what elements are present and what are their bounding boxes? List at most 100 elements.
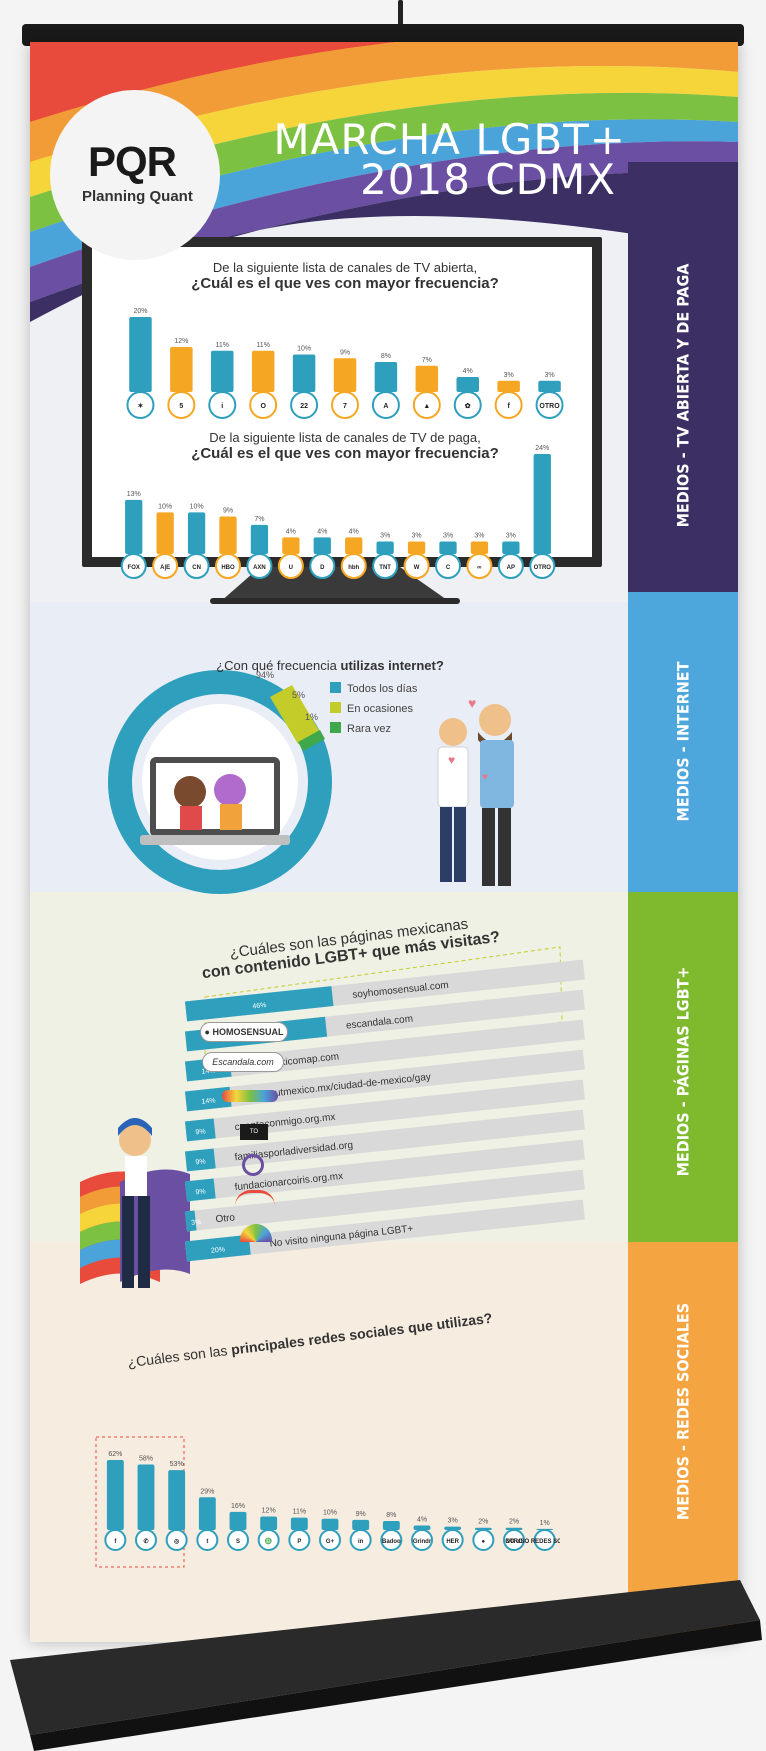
hanger-pole (398, 0, 403, 26)
channel-badge-label: ◎ (174, 1539, 180, 1545)
value-label: 62% (108, 1451, 122, 1458)
channel-badge-label: FOX (128, 565, 140, 571)
value-label: 16% (231, 1503, 245, 1510)
logo-gaymexicomap (222, 1090, 278, 1102)
bar-otro (538, 380, 561, 392)
internet-question-bold: utilizas internet? (340, 658, 444, 673)
value-label: 12% (262, 1507, 276, 1514)
value-label: 10% (323, 1510, 337, 1517)
value-label: 58% (139, 1456, 153, 1463)
bar-fox (125, 499, 143, 554)
chart-social: 62%f58%✆53%◎29%t16%S12%♎11%P10%G+9%in8%B… (104, 1451, 560, 1551)
bar-instagram (168, 1470, 186, 1530)
channel-badge-label: t (206, 1539, 208, 1545)
value-label: 13% (127, 491, 141, 498)
bar-discovery-kids (470, 541, 489, 554)
bar-twitter (198, 1497, 216, 1530)
chart-tv-paid: 13% FOX 10% A|E 10% CN 9% HBO 7% AXN 4% U 4% D 4% hbh 3%… (120, 445, 556, 579)
logo-timeout: TO (240, 1124, 268, 1140)
value-label: 11% (293, 1509, 307, 1516)
bar-snapchat (229, 1511, 247, 1530)
channel-badge-label: CN (192, 565, 201, 571)
value-label: 4% (349, 528, 359, 535)
value-label: 2% (478, 1519, 488, 1526)
channel-badge-label: HER (446, 1539, 459, 1545)
channel-badge-label: Badoo (382, 1539, 401, 1545)
value-label: 4% (317, 528, 327, 535)
bar-foro-tv (497, 380, 520, 392)
value-label: 10% (158, 503, 172, 510)
channel-badge-label: P (297, 1539, 301, 1545)
bar-snapchat-ghost (260, 1516, 278, 1530)
page-value: 9% (195, 1158, 206, 1166)
value-label: 3% (474, 533, 484, 540)
bar-axn (250, 524, 269, 554)
value-label: 4% (417, 1516, 427, 1523)
value-label: 4% (463, 368, 473, 375)
title-line-2: 2018 CDMX (360, 155, 616, 204)
internet-value-94: 94% (256, 670, 275, 680)
logo-escandala: Escandala.com (202, 1052, 284, 1072)
bar-universal (282, 537, 300, 554)
channel-badge-label: in (358, 1539, 364, 1545)
channel-badge-label: OTRO (539, 403, 560, 410)
channel-badge-label: U (289, 565, 293, 571)
value-label: 9% (223, 508, 233, 515)
svg-text:♥: ♥ (468, 695, 476, 711)
channel-badge-label: AXN (253, 565, 266, 571)
page-value: 3% (191, 1219, 202, 1227)
bar-google- (321, 1518, 339, 1530)
channel-badge-label: ✶ (138, 402, 144, 410)
value-label: 4% (286, 528, 296, 535)
logo: PQR (88, 138, 177, 185)
bar-whatsapp (137, 1464, 155, 1530)
value-label: 3% (506, 533, 516, 540)
bar-canal-28 (415, 365, 439, 392)
channel-badge-label: S (236, 1539, 240, 1545)
side-label-social: MEDIOS - REDES SOCIALES (673, 1302, 693, 1521)
value-label: 3% (544, 372, 554, 379)
value-label: 2% (509, 1519, 519, 1526)
value-label: 3% (412, 533, 422, 540)
value-label: 8% (381, 353, 391, 360)
bar-discovery (313, 537, 331, 554)
bar-otro (533, 454, 551, 554)
logo-subtitle: Planning Quant (82, 188, 193, 205)
channel-badge-label: ✿ (465, 402, 471, 410)
legend-rara: Rara vez (330, 722, 391, 735)
value-label: 3% (448, 1518, 458, 1525)
channel-badge-label: W (414, 565, 420, 571)
channel-badge-label: TNT (379, 565, 391, 571)
value-label: 9% (356, 1511, 366, 1518)
tv-open-question-line1: De la siguiente lista de canales de TV a… (212, 260, 478, 275)
internet-question-plain: ¿Con qué frecuencia (216, 658, 341, 673)
channel-badge-label: O (260, 403, 266, 410)
bar-warner (407, 541, 426, 554)
logo-homosensual: ● HOMOSENSUAL (200, 1022, 288, 1042)
value-label: 20% (133, 308, 147, 315)
internet-question: ¿Con qué frecuencia utilizas internet? (180, 657, 480, 675)
channel-badge-label: 7 (343, 403, 347, 410)
value-label: 10% (190, 503, 204, 510)
page-value: 14% (201, 1097, 216, 1105)
channel-badge-label: ● (482, 1539, 486, 1545)
bar-azteca-13 (374, 362, 398, 392)
tv-open-question: De la siguiente lista de canales de TV a… (160, 260, 530, 292)
bar-hbo (219, 516, 237, 554)
bar-badoo (382, 1520, 400, 1530)
channel-badge-label: ▲ (423, 403, 430, 410)
bar-canal-2 (456, 377, 479, 392)
page-value: 9% (195, 1188, 206, 1196)
channel-badge-label: A (383, 403, 388, 410)
svg-text:♥: ♥ (448, 753, 455, 767)
bar-facebook (106, 1460, 124, 1530)
legend-rara-label: Rara vez (347, 723, 392, 735)
legend-ocasiones-label: En ocasiones (347, 703, 414, 715)
value-label: 53% (170, 1461, 184, 1468)
main-title: MARCHA LGBT+ 2018 CDMX (273, 119, 626, 204)
page-name: Otro (215, 1212, 236, 1225)
value-label: 29% (200, 1488, 214, 1495)
bar-cn (187, 512, 206, 554)
internet-value-5: 5% (292, 690, 306, 700)
channel-badge-label: 5 (179, 403, 183, 410)
